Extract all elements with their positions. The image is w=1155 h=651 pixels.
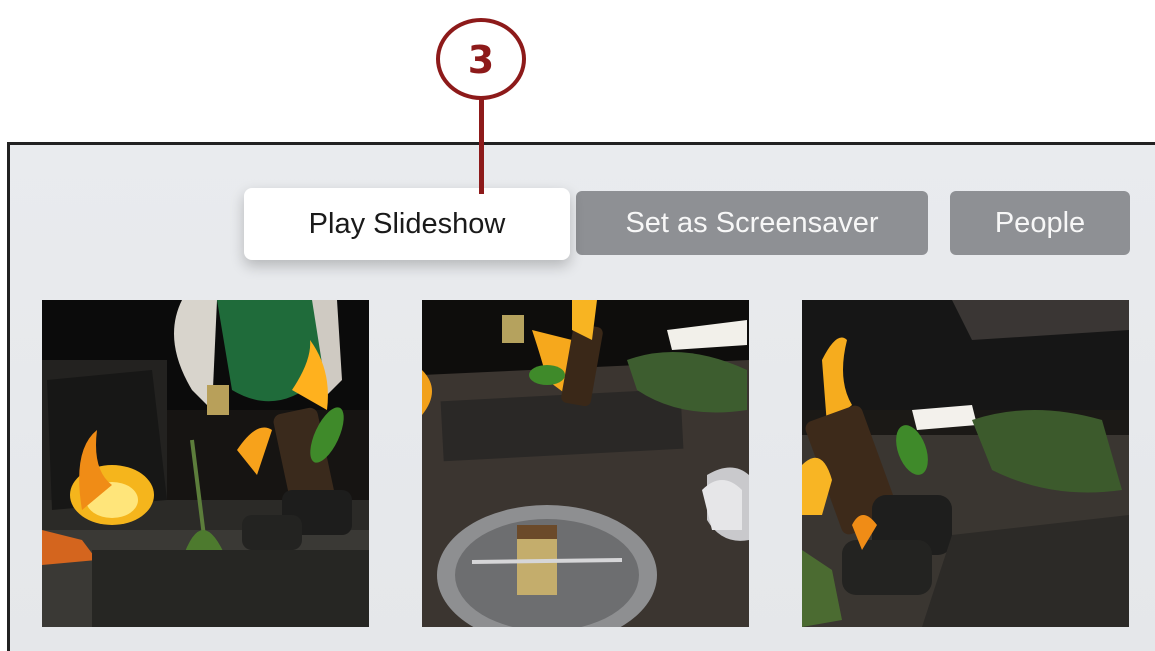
tv-screen: Play Slideshow Set as Screensaver People: [7, 142, 1155, 651]
photo-thumbnail-3[interactable]: [802, 300, 1129, 627]
photo-thumbnail-1[interactable]: [42, 300, 369, 627]
photo-image: [42, 300, 369, 627]
play-slideshow-button[interactable]: Play Slideshow: [244, 188, 570, 260]
page: 3 Play Slideshow Set as Screensaver Peop…: [0, 0, 1155, 651]
callout-number: 3: [467, 38, 495, 82]
photo-image: [422, 300, 749, 627]
photo-image: [802, 300, 1129, 627]
people-button[interactable]: People: [950, 191, 1130, 255]
people-label: People: [994, 206, 1086, 239]
set-as-screensaver-label: Set as Screensaver: [625, 206, 879, 239]
callout-pointer-line: [479, 98, 484, 194]
photo-thumbnail-2[interactable]: [422, 300, 749, 627]
callout-circle: 3: [436, 18, 526, 100]
set-as-screensaver-button[interactable]: Set as Screensaver: [576, 191, 928, 255]
play-slideshow-label: Play Slideshow: [308, 207, 506, 240]
